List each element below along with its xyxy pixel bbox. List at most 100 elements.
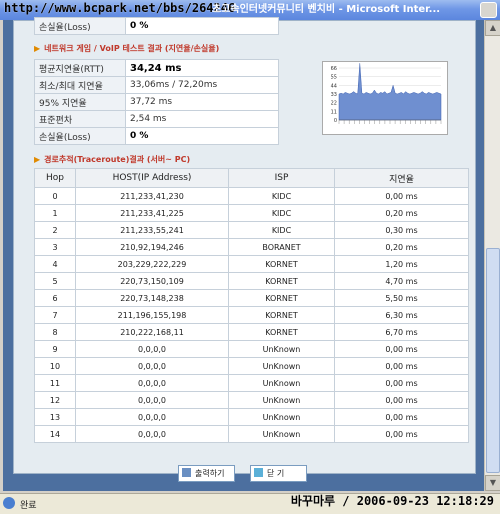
cell-latency: 4,70 ms [334, 272, 469, 290]
cell-hop: 5 [34, 272, 76, 290]
table-row: 평균지연율(RTT) 34,24 ms [34, 59, 279, 77]
table-row: 7 211,196,155,198 KORNET 6,30 ms [34, 306, 469, 324]
cell-host: 210,222,168,11 [75, 323, 229, 341]
table-row: 6 220,73,148,238 KORNET 5,50 ms [34, 289, 469, 307]
cell-isp: UnKnown [228, 340, 335, 358]
url-overlay: http://www.bcpark.net/bbs/264246 [4, 1, 236, 15]
cell-hop: 10 [34, 357, 76, 375]
table-row: 10 0,0,0,0 UnKnown 0,00 ms [34, 357, 469, 375]
cell-latency: 0,20 ms [334, 204, 469, 222]
cell-latency: 0,00 ms [334, 408, 469, 426]
minmax-value: 33,06ms / 72,20ms [125, 76, 279, 94]
close-button[interactable]: 닫 기 [250, 465, 307, 482]
cell-hop: 4 [34, 255, 76, 273]
cell-latency: 0,30 ms [334, 221, 469, 239]
table-row: 9 0,0,0,0 UnKnown 0,00 ms [34, 340, 469, 358]
cell-host: 210,92,194,246 [75, 238, 229, 256]
col-isp: ISP [228, 168, 335, 188]
cell-host: 211,233,55,241 [75, 221, 229, 239]
cell-isp: KIDC [228, 204, 335, 222]
loss-value: 0 % [125, 17, 279, 35]
table-row: 12 0,0,0,0 UnKnown 0,00 ms [34, 391, 469, 409]
cell-host: 211,233,41,225 [75, 204, 229, 222]
scroll-thumb[interactable] [486, 248, 500, 473]
table-row: 손실율(Loss) 0 % [34, 17, 279, 35]
table-row: 손실율(Loss) 0 % [34, 127, 279, 145]
y-tick-label: 0 [334, 118, 337, 124]
loss-label: 손실율(Loss) [34, 17, 126, 35]
table-row: 14 0,0,0,0 UnKnown 0,00 ms [34, 425, 469, 443]
cell-isp: KIDC [228, 187, 335, 205]
cell-isp: UnKnown [228, 425, 335, 443]
trace-section-heading: ▶ 경로추적(Traceroute)결과 (서버~ PC) [34, 154, 190, 165]
table-row: 2 211,233,55,241 KIDC 0,30 ms [34, 221, 469, 239]
close-label: 닫 기 [267, 469, 285, 478]
table-row: 1 211,233,41,225 KIDC 0,20 ms [34, 204, 469, 222]
latency-chart: 66 55 44 33 22 11 0 [322, 61, 448, 135]
loss2-value: 0 % [125, 127, 279, 145]
table-header-row: Hop HOST(IP Address) ISP 지연율 [34, 168, 469, 188]
cell-isp: UnKnown [228, 357, 335, 375]
cell-latency: 0,00 ms [334, 391, 469, 409]
cell-host: 211,196,155,198 [75, 306, 229, 324]
print-button[interactable]: 출력하기 [178, 465, 235, 482]
print-label: 출력하기 [195, 469, 225, 478]
y-tick-label: 33 [331, 92, 337, 98]
cell-hop: 8 [34, 323, 76, 341]
status-bar: 완료 바꾸마루 / 2006-09-23 12:18:29 [0, 493, 500, 514]
cell-isp: KORNET [228, 306, 335, 324]
cell-latency: 0,00 ms [334, 374, 469, 392]
timestamp-stamp: 바꾸마루 / 2006-09-23 12:18:29 [290, 494, 494, 508]
table-row: 95% 지연율 37,72 ms [34, 93, 279, 111]
cell-hop: 14 [34, 425, 76, 443]
cell-hop: 13 [34, 408, 76, 426]
cell-isp: UnKnown [228, 391, 335, 409]
cell-host: 0,0,0,0 [75, 357, 229, 375]
cell-host: 220,73,150,109 [75, 272, 229, 290]
cell-isp: KIDC [228, 221, 335, 239]
close-window-button[interactable] [480, 2, 497, 18]
cell-host: 0,0,0,0 [75, 425, 229, 443]
y-tick-label: 55 [331, 75, 337, 81]
cell-isp: UnKnown [228, 374, 335, 392]
cell-latency: 6,70 ms [334, 323, 469, 341]
p95-value: 37,72 ms [125, 93, 279, 111]
cell-latency: 0,00 ms [334, 340, 469, 358]
table-row: 4 203,229,222,229 KORNET 1,20 ms [34, 255, 469, 273]
cell-hop: 11 [34, 374, 76, 392]
cell-latency: 0,00 ms [334, 187, 469, 205]
table-row: 13 0,0,0,0 UnKnown 0,00 ms [34, 408, 469, 426]
cell-isp: KORNET [228, 255, 335, 273]
col-latency: 지연율 [334, 168, 469, 188]
cell-host: 211,233,41,230 [75, 187, 229, 205]
cell-host: 0,0,0,0 [75, 408, 229, 426]
vertical-scrollbar[interactable]: ▲ ▼ [484, 20, 500, 491]
network-stats-table: 평균지연율(RTT) 34,24 ms 최소/최대 지연율 33,06ms / 72… [34, 59, 279, 145]
table-row: 0 211,233,41,230 KIDC 0,00 ms [34, 187, 469, 205]
cell-latency: 6,30 ms [334, 306, 469, 324]
y-tick-label: 44 [331, 83, 337, 89]
cell-latency: 0,00 ms [334, 357, 469, 375]
cell-latency: 1,20 ms [334, 255, 469, 273]
arrow-icon: ▶ [34, 44, 41, 53]
table-row: 표준편차 2,54 ms [34, 110, 279, 128]
p95-label: 95% 지연율 [34, 93, 126, 111]
cell-hop: 2 [34, 221, 76, 239]
scroll-down-icon[interactable]: ▼ [485, 475, 500, 491]
cell-hop: 12 [34, 391, 76, 409]
cell-host: 0,0,0,0 [75, 391, 229, 409]
scroll-up-icon[interactable]: ▲ [485, 20, 500, 36]
y-tick-label: 22 [331, 101, 337, 107]
rtt-value: 34,24 ms [125, 59, 279, 77]
network-heading-text: 네트워크 게임 / VoIP 테스트 결과 (지연율/손실율) [44, 44, 220, 53]
latency-series-area [338, 63, 442, 121]
ie-icon [3, 497, 15, 509]
cell-hop: 3 [34, 238, 76, 256]
cell-isp: KORNET [228, 272, 335, 290]
table-row: 8 210,222,168,11 KORNET 6,70 ms [34, 323, 469, 341]
trace-heading-text: 경로추적(Traceroute)결과 (서버~ PC) [44, 155, 191, 164]
cell-host: 220,73,148,238 [75, 289, 229, 307]
cell-hop: 1 [34, 204, 76, 222]
table-row: 최소/최대 지연율 33,06ms / 72,20ms [34, 76, 279, 94]
summary-top-table: 손실율(Loss) 0 % [34, 17, 279, 35]
